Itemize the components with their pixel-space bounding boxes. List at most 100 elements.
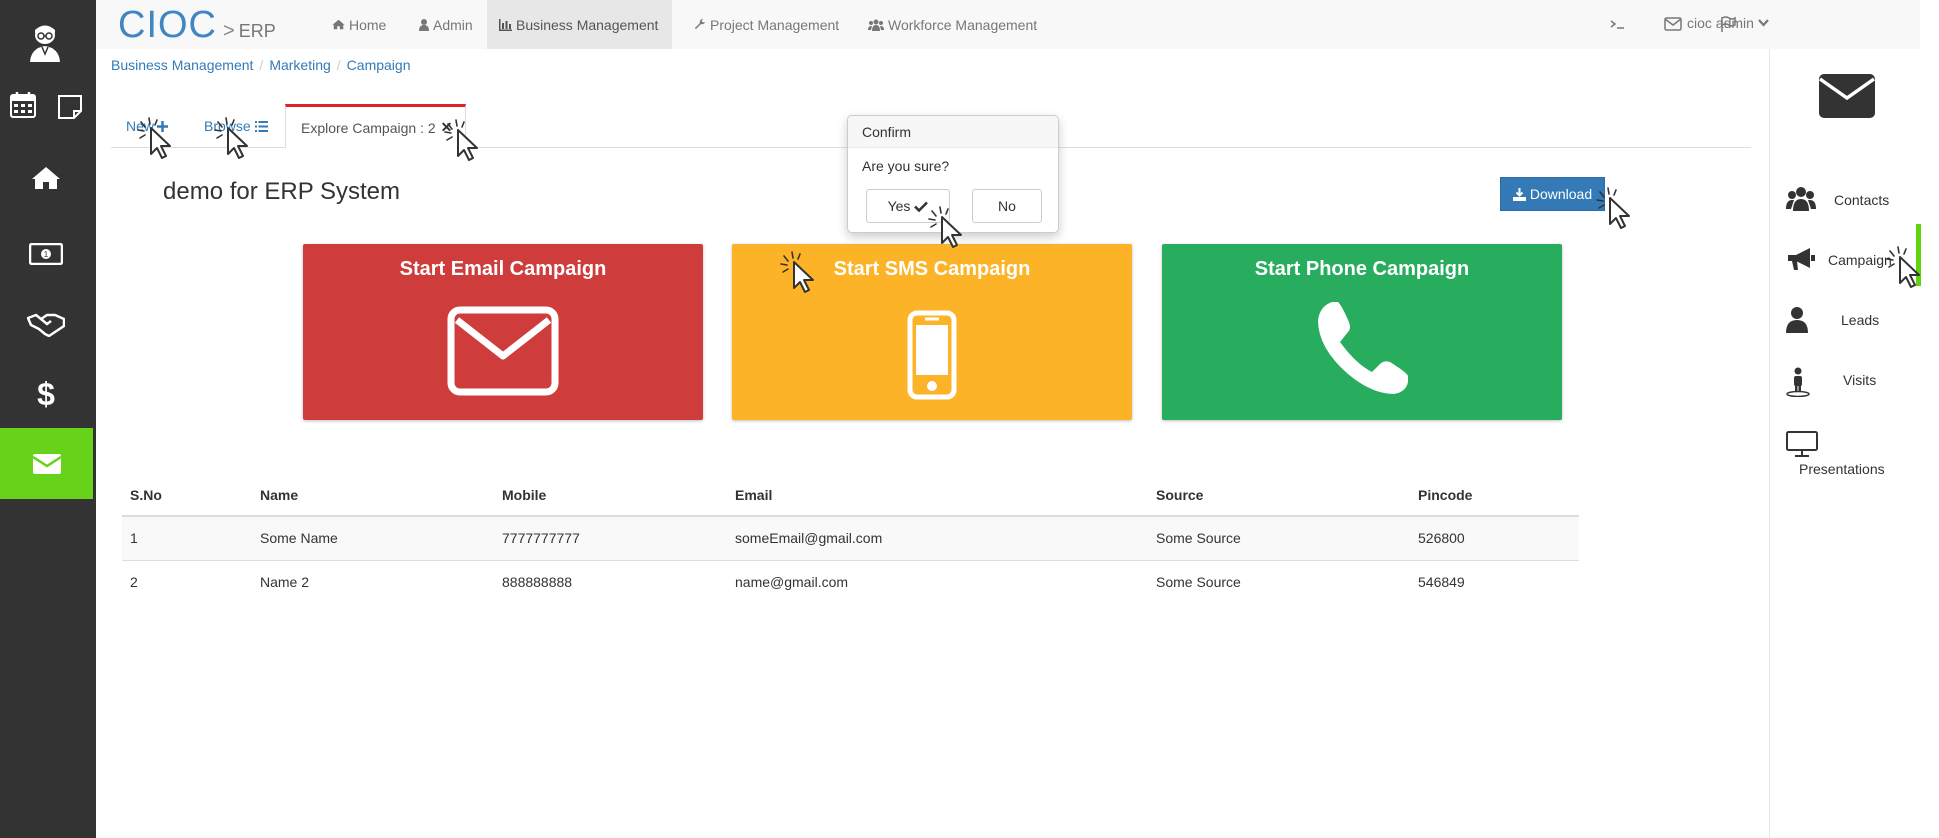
home-icon xyxy=(332,19,345,30)
table-header-row: S.No Name Mobile Email Source Pincode xyxy=(122,474,1579,517)
popover-title: Confirm xyxy=(848,116,1058,148)
column-header-source[interactable]: Source xyxy=(1148,474,1410,517)
contacts-table: S.No Name Mobile Email Source Pincode 1 … xyxy=(122,474,1579,604)
brand-logo[interactable]: CIOC > ERP xyxy=(118,4,276,47)
tab-explore-label: Explore Campaign : 2 xyxy=(301,119,436,136)
column-header-mobile[interactable]: Mobile xyxy=(494,474,727,517)
nav-project-management-label: Project Management xyxy=(710,16,840,33)
tab-explore-campaign[interactable]: Explore Campaign : 2 ✕ xyxy=(285,104,466,149)
envelope-icon xyxy=(303,306,703,396)
column-header-name[interactable]: Name xyxy=(252,474,494,517)
sidebar-item-label: Visits xyxy=(1843,372,1877,388)
start-email-campaign-card[interactable]: Start Email Campaign xyxy=(303,244,703,420)
terminal-icon[interactable] xyxy=(1607,14,1629,34)
nav-workforce-management-label: Workforce Management xyxy=(888,16,1038,33)
sticky-note-icon[interactable] xyxy=(56,93,84,121)
cell-pincode: 546849 xyxy=(1418,574,1465,591)
user-menu[interactable]: cioc admin xyxy=(1687,15,1769,31)
cell-sno: 1 xyxy=(122,516,252,561)
start-phone-campaign-card[interactable]: Start Phone Campaign xyxy=(1162,244,1562,420)
users-icon xyxy=(1786,187,1816,211)
nav-home[interactable]: Home xyxy=(320,0,398,49)
right-sidebar: Contacts Campaign Leads Visits Presentat… xyxy=(1769,49,1939,838)
nav-home-label: Home xyxy=(349,16,387,33)
phone-icon xyxy=(1162,298,1562,398)
sidebar-item-contacts[interactable]: Contacts xyxy=(1770,181,1939,221)
nav-admin-label: Admin xyxy=(433,16,473,33)
breadcrumb-campaign[interactable]: Campaign xyxy=(347,57,411,73)
breadcrumb: Business Management / Marketing / Campai… xyxy=(111,57,411,73)
money-icon[interactable]: 1 xyxy=(27,240,65,268)
click-cursor-icon xyxy=(214,117,248,159)
dollar-icon[interactable]: $ xyxy=(30,378,62,410)
handshake-icon[interactable] xyxy=(25,309,67,339)
breadcrumb-separator: / xyxy=(336,57,341,73)
table-row[interactable]: 2 Name 2 888888888 name@gmail.com Some S… xyxy=(122,560,1579,604)
home-icon[interactable] xyxy=(27,164,65,192)
user-icon xyxy=(1786,307,1808,333)
svg-text:1: 1 xyxy=(44,250,49,259)
nav-workforce-management[interactable]: Workforce Management xyxy=(856,0,1049,49)
sidebar-item-label: Contacts xyxy=(1834,192,1890,208)
breadcrumb-marketing[interactable]: Marketing xyxy=(269,57,330,73)
card-title: Start Phone Campaign xyxy=(1254,258,1470,280)
click-cursor-icon xyxy=(1596,187,1630,229)
brand-suffix: ERP xyxy=(238,21,276,41)
left-sidebar: 1 $ xyxy=(0,0,96,838)
chevron-down-icon xyxy=(1758,19,1769,27)
confirm-no-button[interactable]: No xyxy=(972,189,1042,223)
yes-label: Yes xyxy=(887,198,911,214)
cell-mobile: 7777777777 xyxy=(494,516,727,561)
click-cursor-icon xyxy=(137,117,171,159)
avatar-icon[interactable] xyxy=(22,20,68,66)
download-button[interactable]: Download xyxy=(1500,177,1605,211)
check-icon xyxy=(914,201,929,212)
cell-email: name@gmail.com xyxy=(735,574,849,591)
users-icon xyxy=(868,19,884,31)
click-cursor-icon xyxy=(444,119,478,161)
cell-source: Some Source xyxy=(1156,574,1241,591)
click-cursor-icon xyxy=(780,251,814,293)
cell-mobile: 888888888 xyxy=(502,574,573,591)
table-row[interactable]: 1 Some Name 7777777777 someEmail@gmail.c… xyxy=(122,516,1579,561)
cell-email: someEmail@gmail.com xyxy=(727,516,1148,561)
sidebar-item-leads[interactable]: Leads xyxy=(1770,301,1939,341)
user-name: cioc admin xyxy=(1687,15,1754,31)
page-title: demo for ERP System xyxy=(163,178,400,205)
sidebar-item-presentations[interactable]: Presentations xyxy=(1770,425,1939,485)
column-header-pincode[interactable]: Pincode xyxy=(1410,474,1579,517)
breadcrumb-business-management[interactable]: Business Management xyxy=(111,57,253,73)
envelope-icon xyxy=(1818,72,1876,125)
sidebar-item-label: Campaign xyxy=(1828,252,1892,268)
cell-sno: 2 xyxy=(130,574,138,591)
desktop-icon xyxy=(1786,431,1818,457)
sidebar-item-label: Presentations xyxy=(1799,461,1885,477)
envelope-icon xyxy=(31,453,62,474)
nav-admin[interactable]: Admin xyxy=(407,0,485,49)
popover-message: Are you sure? xyxy=(862,158,950,174)
column-header-email[interactable]: Email xyxy=(727,474,1148,517)
svg-text:$: $ xyxy=(37,378,55,410)
wrench-icon xyxy=(695,18,705,29)
street-view-icon xyxy=(1786,367,1810,397)
download-label: Download xyxy=(1529,186,1593,202)
column-header-sno[interactable]: S.No xyxy=(122,474,252,517)
brand-separator: > xyxy=(223,20,235,42)
cell-pincode: 526800 xyxy=(1410,516,1579,561)
brand-name: CIOC xyxy=(118,4,217,46)
nav-project-management[interactable]: Project Management xyxy=(682,0,851,49)
calendar-icon[interactable] xyxy=(8,90,38,120)
email-nav-item-active[interactable] xyxy=(0,428,93,499)
envelope-icon[interactable] xyxy=(1662,14,1684,34)
nav-business-management-label: Business Management xyxy=(516,16,659,33)
sidebar-item-visits[interactable]: Visits xyxy=(1770,361,1939,401)
breadcrumb-separator: / xyxy=(259,57,264,73)
cell-source: Some Source xyxy=(1148,516,1410,561)
download-icon xyxy=(1512,187,1526,201)
user-icon xyxy=(419,18,429,31)
click-cursor-icon xyxy=(1886,246,1920,288)
no-label: No xyxy=(998,198,1016,214)
cell-name: Some Name xyxy=(252,516,494,561)
nav-business-management[interactable]: Business Management xyxy=(487,0,672,49)
card-title: Start Email Campaign xyxy=(399,258,607,280)
